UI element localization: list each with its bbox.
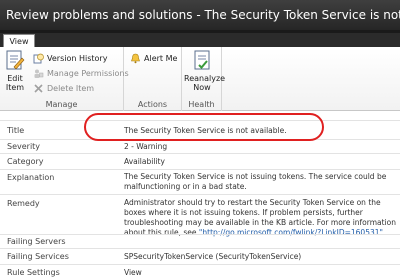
alert-me-button[interactable]: Alert Me bbox=[130, 52, 177, 65]
severity-label: Severity bbox=[7, 142, 41, 151]
window-title: Review problems and solutions - The Secu… bbox=[0, 0, 400, 30]
property-row-severity: Severity 2 - Warning bbox=[0, 139, 400, 153]
remedy-value: Administrator should try to restart the … bbox=[124, 198, 400, 238]
explanation-label: Explanation bbox=[7, 173, 55, 182]
annotation-highlight-ellipse bbox=[84, 113, 324, 141]
property-row-explanation: Explanation The Security Token Service i… bbox=[0, 169, 400, 194]
delete-item-label: Delete Item bbox=[47, 84, 95, 93]
delete-icon bbox=[34, 84, 43, 93]
version-history-label: Version History bbox=[47, 54, 108, 63]
group-label-health: Health bbox=[188, 100, 215, 109]
version-history-icon bbox=[33, 53, 44, 64]
reanalyze-now-label: Reanalyze Now bbox=[184, 74, 226, 92]
explanation-value: The Security Token Service is not issuin… bbox=[124, 172, 387, 191]
edit-item-icon bbox=[6, 50, 25, 70]
alert-bell-icon bbox=[131, 53, 140, 64]
property-row-failing-services: Failing Services SPSecurityTokenService … bbox=[0, 248, 400, 264]
reanalyze-icon bbox=[194, 50, 210, 70]
severity-value: 2 - Warning bbox=[124, 142, 168, 151]
ribbon-group-health: Reanalyze Now Health bbox=[182, 47, 226, 111]
version-history-button[interactable]: Version History bbox=[33, 52, 107, 65]
delete-item-button[interactable]: Delete Item bbox=[33, 82, 94, 95]
rule-settings-view-link[interactable]: View bbox=[124, 268, 400, 278]
alert-me-label: Alert Me bbox=[144, 54, 178, 63]
category-value: Availability bbox=[124, 157, 165, 166]
reanalyze-now-button[interactable]: Reanalyze Now bbox=[184, 50, 226, 92]
edit-item-button[interactable]: Edit Item bbox=[3, 50, 27, 92]
property-row-remedy: Remedy Administrator should try to resta… bbox=[0, 194, 400, 237]
manage-permissions-label: Manage Permissions bbox=[47, 69, 129, 78]
failing-services-value: SPSecurityTokenService (SecurityTokenSer… bbox=[124, 252, 302, 261]
category-label: Category bbox=[7, 157, 44, 166]
rule-settings-label: Rule Settings bbox=[7, 268, 60, 277]
ribbon-group-manage: Edit Item Version History Manage Permiss… bbox=[0, 47, 129, 111]
group-label-manage: Manage bbox=[45, 100, 78, 109]
property-row-rule-settings: Rule Settings View bbox=[0, 264, 400, 280]
property-row-failing-servers: Failing Servers bbox=[0, 234, 400, 248]
group-label-actions: Actions bbox=[137, 100, 168, 109]
failing-servers-label: Failing Servers bbox=[7, 237, 66, 246]
tab-view[interactable]: View bbox=[3, 34, 35, 48]
ribbon-tab-row bbox=[0, 33, 400, 47]
manage-permissions-button[interactable]: Manage Permissions bbox=[33, 67, 129, 80]
ribbon: Edit Item Version History Manage Permiss… bbox=[0, 47, 400, 111]
edit-item-label: Edit Item bbox=[5, 74, 25, 92]
failing-services-label: Failing Services bbox=[7, 252, 69, 261]
remedy-label: Remedy bbox=[7, 199, 40, 208]
title-label: Title bbox=[7, 126, 25, 135]
ribbon-group-actions: Alert Me Actions bbox=[124, 47, 182, 111]
manage-permissions-icon bbox=[34, 69, 44, 78]
property-row-category: Category Availability bbox=[0, 153, 400, 169]
